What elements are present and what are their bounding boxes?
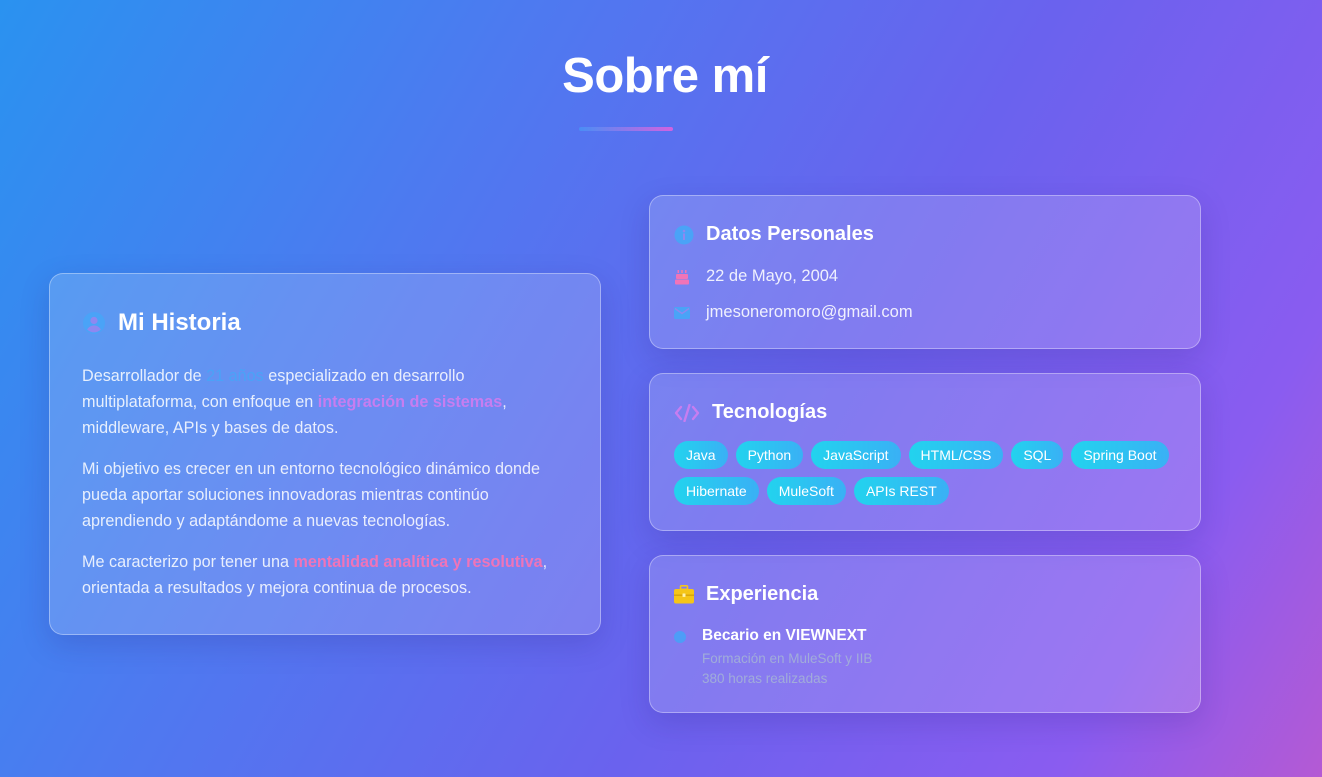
job-detail-2: 380 horas realizadas [702, 671, 828, 686]
tech-pill: HTML/CSS [908, 441, 1004, 469]
tech-pill: Java [674, 441, 728, 469]
job-detail-1: Formación en MuleSoft y IIB [702, 651, 873, 666]
experiencia-heading: Experiencia [706, 583, 819, 605]
experiencia-header: Experiencia [674, 583, 818, 606]
envelope-icon [674, 306, 690, 319]
tecnologias-header: Tecnologías [674, 401, 827, 424]
historia-paragraph-1: Desarrollador de 21 años especializado e… [82, 363, 572, 441]
tech-pill: Python [735, 441, 804, 469]
tech-pill: SQL [1011, 441, 1064, 469]
tecnologias-card: Tecnologías Java Python JavaScript HTML/… [649, 373, 1201, 531]
birthday-value: 22 de Mayo, 2004 [706, 267, 839, 285]
birthday-row: 22 de Mayo, 2004 [674, 267, 838, 286]
historia-header: Mi Historia [82, 309, 241, 337]
tech-pill-list: Java Python JavaScript HTML/CSS SQL Spri… [674, 441, 1184, 505]
tech-pill: APIs REST [853, 477, 949, 505]
datos-heading: Datos Personales [706, 223, 874, 245]
historia-paragraph-2: Mi objetivo es crecer en un entorno tecn… [82, 460, 541, 530]
timeline-dot [674, 631, 686, 643]
historia-heading: Mi Historia [118, 309, 241, 336]
tech-pill: JavaScript [811, 441, 901, 469]
tech-pill: MuleSoft [766, 477, 846, 505]
text-segment: Desarrollador de [82, 367, 207, 385]
page-title: Sobre mí [562, 49, 768, 103]
tech-pill: Hibernate [674, 477, 759, 505]
email-row: jmesoneromoro@gmail.com [674, 303, 913, 322]
age-highlight: 21 años [206, 367, 264, 385]
historia-text: Desarrollador de 21 años especializado e… [82, 363, 572, 616]
experiencia-card: Experiencia Becario en VIEWNEXT Formació… [649, 555, 1201, 713]
historia-paragraph-3: Me caracterizo por tener una mentalidad … [82, 549, 572, 601]
integration-highlight: integración de sistemas [317, 393, 503, 411]
historia-card: Mi Historia Desarrollador de 21 años esp… [49, 273, 601, 635]
tecnologias-heading: Tecnologías [712, 401, 828, 423]
mindset-highlight: mentalidad analítica y resolutiva [293, 553, 543, 571]
briefcase-icon [674, 585, 694, 604]
tech-pill: Spring Boot [1071, 441, 1169, 469]
datos-card: Datos Personales 22 de Mayo, 2004 jmeson… [649, 195, 1201, 349]
email-value[interactable]: jmesoneromoro@gmail.com [706, 303, 913, 322]
title-underline [579, 127, 673, 131]
birthday-cake-icon [674, 269, 690, 285]
text-segment: Me caracterizo por tener una [82, 553, 294, 571]
info-circle-icon [674, 225, 694, 245]
user-circle-icon [82, 311, 106, 335]
job-title: Becario en VIEWNEXT [702, 627, 867, 644]
code-icon [674, 403, 700, 422]
datos-header: Datos Personales [674, 223, 874, 246]
